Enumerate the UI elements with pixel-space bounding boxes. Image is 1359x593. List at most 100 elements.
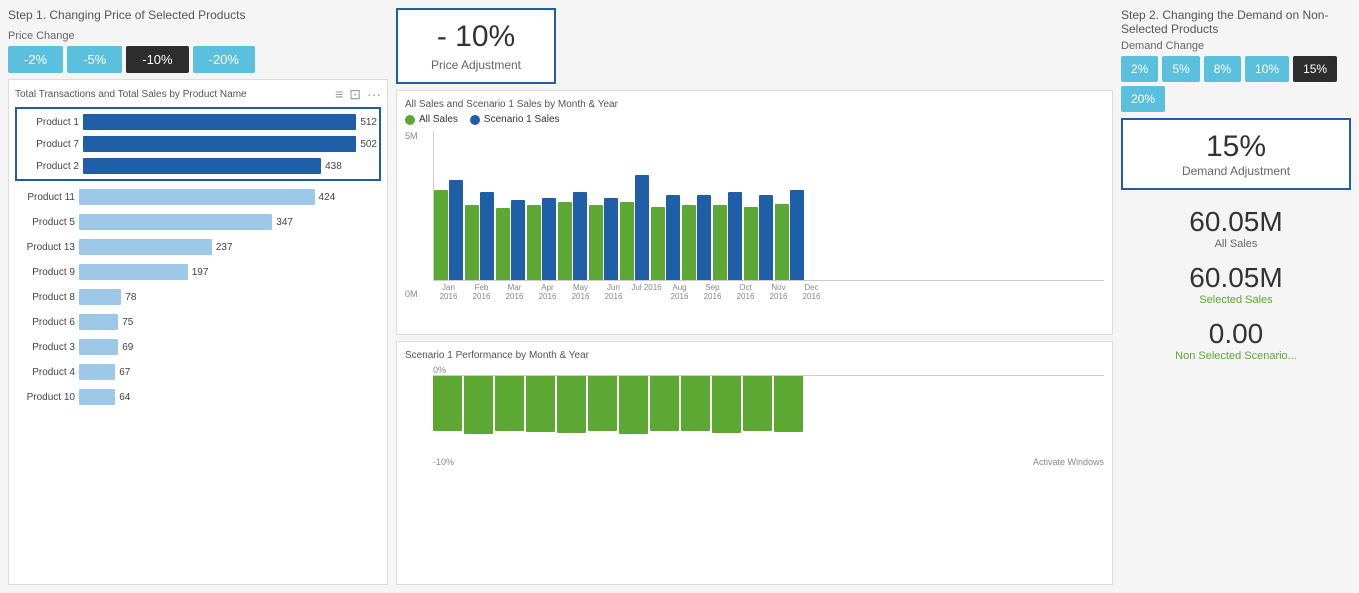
green-bar bbox=[713, 205, 727, 280]
bar-pair bbox=[682, 195, 711, 280]
scenario-bar bbox=[712, 376, 741, 433]
green-dot bbox=[405, 115, 415, 125]
panel-toolbar: Total Transactions and Total Sales by Pr… bbox=[15, 86, 381, 103]
table-row: Product 11 424 bbox=[15, 186, 381, 208]
product-label: Product 3 bbox=[15, 342, 75, 353]
bar-fill bbox=[79, 289, 121, 305]
bar-pair bbox=[744, 195, 773, 280]
table-row: Product 10 64 bbox=[15, 386, 381, 408]
bar-fill bbox=[79, 364, 115, 380]
green-bar bbox=[434, 190, 448, 280]
blue-bar bbox=[480, 192, 494, 280]
price-adjustment-box: - 10% Price Adjustment bbox=[396, 8, 556, 84]
price-btn-neg5[interactable]: -5% bbox=[67, 46, 122, 73]
price-adjustment-label: Price Adjustment bbox=[428, 58, 524, 72]
bar-fill bbox=[83, 136, 356, 152]
selected-sales-stat: 60.05M Selected Sales bbox=[1121, 262, 1351, 306]
price-change-section: Price Change -2% -5% -10% -20% bbox=[8, 30, 388, 73]
x-label: Sep 2016 bbox=[697, 283, 728, 301]
selected-products-group: Product 1 512 Product 7 502 bbox=[15, 107, 381, 181]
non-selected-label: Non Selected Scenario... bbox=[1121, 350, 1351, 362]
demand-buttons: 2% 5% 8% 10% 15% 20% bbox=[1121, 56, 1351, 112]
product-label: Product 10 bbox=[15, 392, 75, 403]
toolbar-icons: ≡ ⊡ ··· bbox=[335, 86, 381, 103]
demand-btn-15[interactable]: 15% bbox=[1293, 56, 1337, 82]
bar-pair bbox=[775, 190, 804, 280]
green-bar bbox=[620, 202, 634, 280]
table-row: Product 6 75 bbox=[15, 311, 381, 333]
x-label: Jul 2016 bbox=[631, 283, 662, 301]
table-row: Product 3 69 bbox=[15, 336, 381, 358]
legend-scenario1-label: Scenario 1 Sales bbox=[484, 114, 560, 125]
scenario-chart-title: Scenario 1 Performance by Month & Year bbox=[405, 350, 1104, 361]
chart-legend: All Sales Scenario 1 Sales bbox=[405, 114, 1104, 125]
all-sales-value: 60.05M bbox=[1121, 206, 1351, 238]
stats-section: 60.05M All Sales 60.05M Selected Sales 0… bbox=[1121, 206, 1351, 362]
bar-fill bbox=[83, 114, 356, 130]
table-row: Product 13 237 bbox=[15, 236, 381, 258]
table-row: Product 8 78 bbox=[15, 286, 381, 308]
bar-value: 502 bbox=[360, 139, 377, 150]
demand-btn-5[interactable]: 5% bbox=[1162, 56, 1199, 82]
table-row: Product 2 438 bbox=[19, 155, 377, 177]
legend-all-sales: All Sales bbox=[405, 114, 458, 125]
green-bar bbox=[775, 204, 789, 280]
product-label: Product 7 bbox=[19, 139, 79, 150]
green-bar bbox=[682, 205, 696, 280]
selected-sales-value: 60.05M bbox=[1121, 262, 1351, 294]
non-selected-stat: 0.00 Non Selected Scenario... bbox=[1121, 318, 1351, 362]
table-row: Product 5 347 bbox=[15, 211, 381, 233]
step1-title: Step 1. Changing Price of Selected Produ… bbox=[8, 8, 388, 22]
y-label-neg10pct: -10% bbox=[433, 457, 1104, 467]
middle-top: - 10% Price Adjustment bbox=[396, 8, 1113, 84]
bar-fill bbox=[79, 264, 188, 280]
scenario-bar bbox=[433, 376, 462, 431]
legend-all-sales-label: All Sales bbox=[419, 114, 458, 125]
price-btn-neg2[interactable]: -2% bbox=[8, 46, 63, 73]
bar-chart-panel: Total Transactions and Total Sales by Pr… bbox=[8, 79, 388, 585]
product-label: Product 1 bbox=[19, 117, 79, 128]
right-panel: Step 2. Changing the Demand on Non-Selec… bbox=[1121, 8, 1351, 585]
bar-value: 75 bbox=[122, 317, 133, 328]
bar-pair bbox=[620, 175, 649, 280]
bars-container: 5M 0M bbox=[433, 131, 1104, 281]
demand-btn-8[interactable]: 8% bbox=[1204, 56, 1241, 82]
green-bar bbox=[496, 208, 510, 280]
green-bar bbox=[465, 205, 479, 280]
blue-dot bbox=[470, 115, 480, 125]
bar-pair bbox=[589, 198, 618, 280]
x-label: Mar 2016 bbox=[499, 283, 530, 301]
price-btn-neg10[interactable]: -10% bbox=[126, 46, 188, 73]
product-label: Product 6 bbox=[15, 317, 75, 328]
hamburger-icon[interactable]: ≡ bbox=[335, 86, 343, 103]
x-label: May 2016 bbox=[565, 283, 596, 301]
blue-bar bbox=[666, 195, 680, 280]
scenario-bars bbox=[433, 375, 1104, 455]
left-panel: Step 1. Changing Price of Selected Produ… bbox=[8, 8, 388, 585]
product-label: Product 9 bbox=[15, 267, 75, 278]
bar-chart-title: Total Transactions and Total Sales by Pr… bbox=[15, 89, 247, 100]
middle-panel: - 10% Price Adjustment All Sales and Sce… bbox=[396, 8, 1113, 585]
green-bar bbox=[651, 207, 665, 280]
demand-btn-20[interactable]: 20% bbox=[1121, 86, 1165, 112]
green-bar bbox=[744, 207, 758, 280]
bar-fill bbox=[79, 239, 212, 255]
expand-icon[interactable]: ⊡ bbox=[349, 86, 361, 103]
price-change-label: Price Change bbox=[8, 30, 388, 42]
table-row: Product 4 67 bbox=[15, 361, 381, 383]
price-buttons: -2% -5% -10% -20% bbox=[8, 46, 388, 73]
x-label: Nov 2016 bbox=[763, 283, 794, 301]
x-label: Apr 2016 bbox=[532, 283, 563, 301]
demand-change-section: Demand Change 2% 5% 8% 10% 15% 20% bbox=[1121, 40, 1351, 112]
demand-btn-10[interactable]: 10% bbox=[1245, 56, 1289, 82]
demand-btn-2[interactable]: 2% bbox=[1121, 56, 1158, 82]
bar-fill bbox=[83, 158, 321, 174]
scenario-chart-area: 0% -10% Activate Windows bbox=[405, 365, 1104, 467]
more-icon[interactable]: ··· bbox=[367, 86, 381, 103]
product-label: Product 2 bbox=[19, 161, 79, 172]
price-btn-neg20[interactable]: -20% bbox=[193, 46, 255, 73]
blue-bar bbox=[759, 195, 773, 280]
scenario-bar bbox=[526, 376, 555, 432]
line-chart-section: All Sales and Scenario 1 Sales by Month … bbox=[396, 90, 1113, 335]
y-label-0m: 0M bbox=[405, 289, 418, 299]
